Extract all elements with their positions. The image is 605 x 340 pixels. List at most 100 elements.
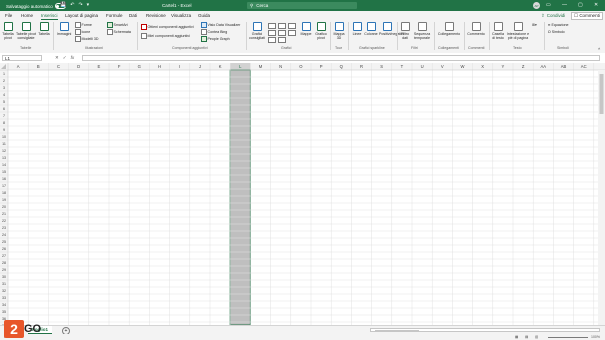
pivot-chart-button[interactable]: Grafico pivot [313,22,329,40]
link-button[interactable]: Collegamento [436,22,462,36]
row-header-5[interactable]: 5 [3,100,5,104]
column-header-t[interactable]: T [401,64,404,69]
column-header-w[interactable]: W [461,64,465,69]
row-header-9[interactable]: 9 [3,128,5,132]
column-header-e[interactable]: E [98,64,101,69]
sparkline-winloss-button[interactable]: Positivi/negativi [379,22,404,36]
3d-models-button[interactable]: Modelli 3D [75,36,98,42]
close-icon[interactable]: ✕ [594,2,598,8]
spreadsheet-grid[interactable]: A B C D E F G H I J K L M N O P Q R S T U V W X Y Z AA AB AC 1 2 3 4 5 6 7 8… [0,63,605,325]
column-header-r[interactable]: R [360,64,363,69]
hierarchy-chart-icon[interactable] [278,23,286,29]
row-header-13[interactable]: 13 [2,156,6,160]
people-graph-button[interactable]: People Graph [201,36,230,42]
tab-formule[interactable]: Formule [106,13,123,18]
3d-map-button[interactable]: Mappa 3D [332,22,346,40]
row-header-31[interactable]: 31 [2,282,6,286]
column-header-j[interactable]: J [199,64,201,69]
tab-revisione[interactable]: Revisione [146,13,166,18]
row-header-33[interactable]: 33 [2,296,6,300]
my-addins-button[interactable]: Miei componenti aggiuntivi [141,33,190,39]
row-header-35[interactable]: 35 [2,310,6,314]
row-header-23[interactable]: 23 [2,226,6,230]
customize-qat-icon[interactable]: ▾ [87,2,90,8]
row-header-4[interactable]: 4 [3,93,5,97]
row-header-1[interactable]: 1 [3,72,5,76]
table-button[interactable]: Tabella [38,22,50,36]
row-header-17[interactable]: 17 [2,184,6,188]
column-header-k[interactable]: K [219,64,222,69]
column-header-c[interactable]: C [57,64,60,69]
recommended-pivot-button[interactable]: Tabelle pivot consigliate [15,22,37,40]
images-button[interactable]: Immagini [56,22,72,36]
column-header-u[interactable]: U [421,64,424,69]
page-break-icon[interactable]: ▥ [535,335,538,339]
vertical-scrollbar-thumb[interactable] [599,74,604,114]
row-header-16[interactable]: 16 [2,177,6,181]
timeline-button[interactable]: Sequenza temporale [412,22,432,40]
comments-button[interactable]: ☐ Commenti [571,12,603,20]
minimize-icon[interactable]: — [562,2,567,8]
text-more-icon[interactable]: ⊞▾ [532,23,537,27]
column-header-aa[interactable]: AA [541,64,547,69]
row-header-2[interactable]: 2 [3,79,5,83]
tab-file[interactable]: File [5,13,12,18]
column-header-h[interactable]: H [158,64,161,69]
row-header-6[interactable]: 6 [3,107,5,111]
column-header-f[interactable]: F [118,64,121,69]
row-header-30[interactable]: 30 [2,275,6,279]
row-header-20[interactable]: 20 [2,205,6,209]
maps-button[interactable]: Mappe [299,22,313,36]
redo-icon[interactable]: ↷ [78,2,82,8]
icons-button[interactable]: Icone [75,29,90,35]
smartart-button[interactable]: SmartArt [107,22,128,28]
row-header-22[interactable]: 22 [2,219,6,223]
column-header-y[interactable]: Y [502,64,505,69]
enter-icon[interactable]: ✓ [63,55,67,61]
get-addins-button[interactable]: Ottieni componenti aggiuntivi [141,24,194,30]
column-header-b[interactable]: B [37,64,40,69]
column-header-s[interactable]: S [380,64,383,69]
column-header-n[interactable]: N [279,64,282,69]
sparkline-line-button[interactable]: Linee [351,22,363,36]
column-header-x[interactable]: X [481,64,484,69]
zoom-slider[interactable] [548,336,588,337]
row-header-32[interactable]: 32 [2,289,6,293]
save-icon[interactable]: 💾 [60,2,66,8]
slicer-button[interactable]: Filtro dati [399,22,411,40]
column-header-d[interactable]: D [77,64,80,69]
sparkline-column-button[interactable]: Colonne [364,22,378,36]
column-header-p[interactable]: P [320,64,323,69]
row-header-25[interactable]: 25 [2,240,6,244]
line-chart-icon[interactable] [268,30,276,36]
statistic-chart-icon[interactable] [278,30,286,36]
row-header-7[interactable]: 7 [3,114,5,118]
share-button[interactable]: ⇪ Condividi [541,13,565,19]
row-header-26[interactable]: 26 [2,247,6,251]
zoom-level[interactable]: 100% [591,335,600,339]
page-layout-icon[interactable]: ▤ [525,335,528,339]
column-header-v[interactable]: V [441,64,444,69]
scatter-chart-icon[interactable] [278,37,286,43]
ribbon-display-options-icon[interactable]: ▭ [546,2,551,8]
column-header-ac[interactable]: AC [581,64,587,69]
text-box-button[interactable]: Casella di testo [491,22,505,40]
column-header-ab[interactable]: AB [561,64,567,69]
tab-inserisci[interactable]: Inserisci [41,13,58,20]
row-header-15[interactable]: 15 [2,170,6,174]
row-header-19[interactable]: 19 [2,198,6,202]
maximize-icon[interactable]: ▢ [578,2,583,8]
normal-view-icon[interactable]: ▦ [515,335,518,339]
user-avatar[interactable]: AP [533,2,540,9]
header-footer-button[interactable]: Intestazione e piè di pagina [506,22,530,40]
row-header-24[interactable]: 24 [2,233,6,237]
cancel-icon[interactable]: ✕ [55,55,59,61]
symbol-button[interactable]: Ω Simbolo [548,30,565,34]
row-header-10[interactable]: 10 [2,135,6,139]
row-header-34[interactable]: 34 [2,303,6,307]
row-header-27[interactable]: 27 [2,254,6,258]
tab-home[interactable]: Home [21,13,33,18]
row-header-11[interactable]: 11 [2,142,6,146]
tab-dati[interactable]: Dati [129,13,137,18]
search-box[interactable]: ⚲ Cerca [247,2,357,9]
